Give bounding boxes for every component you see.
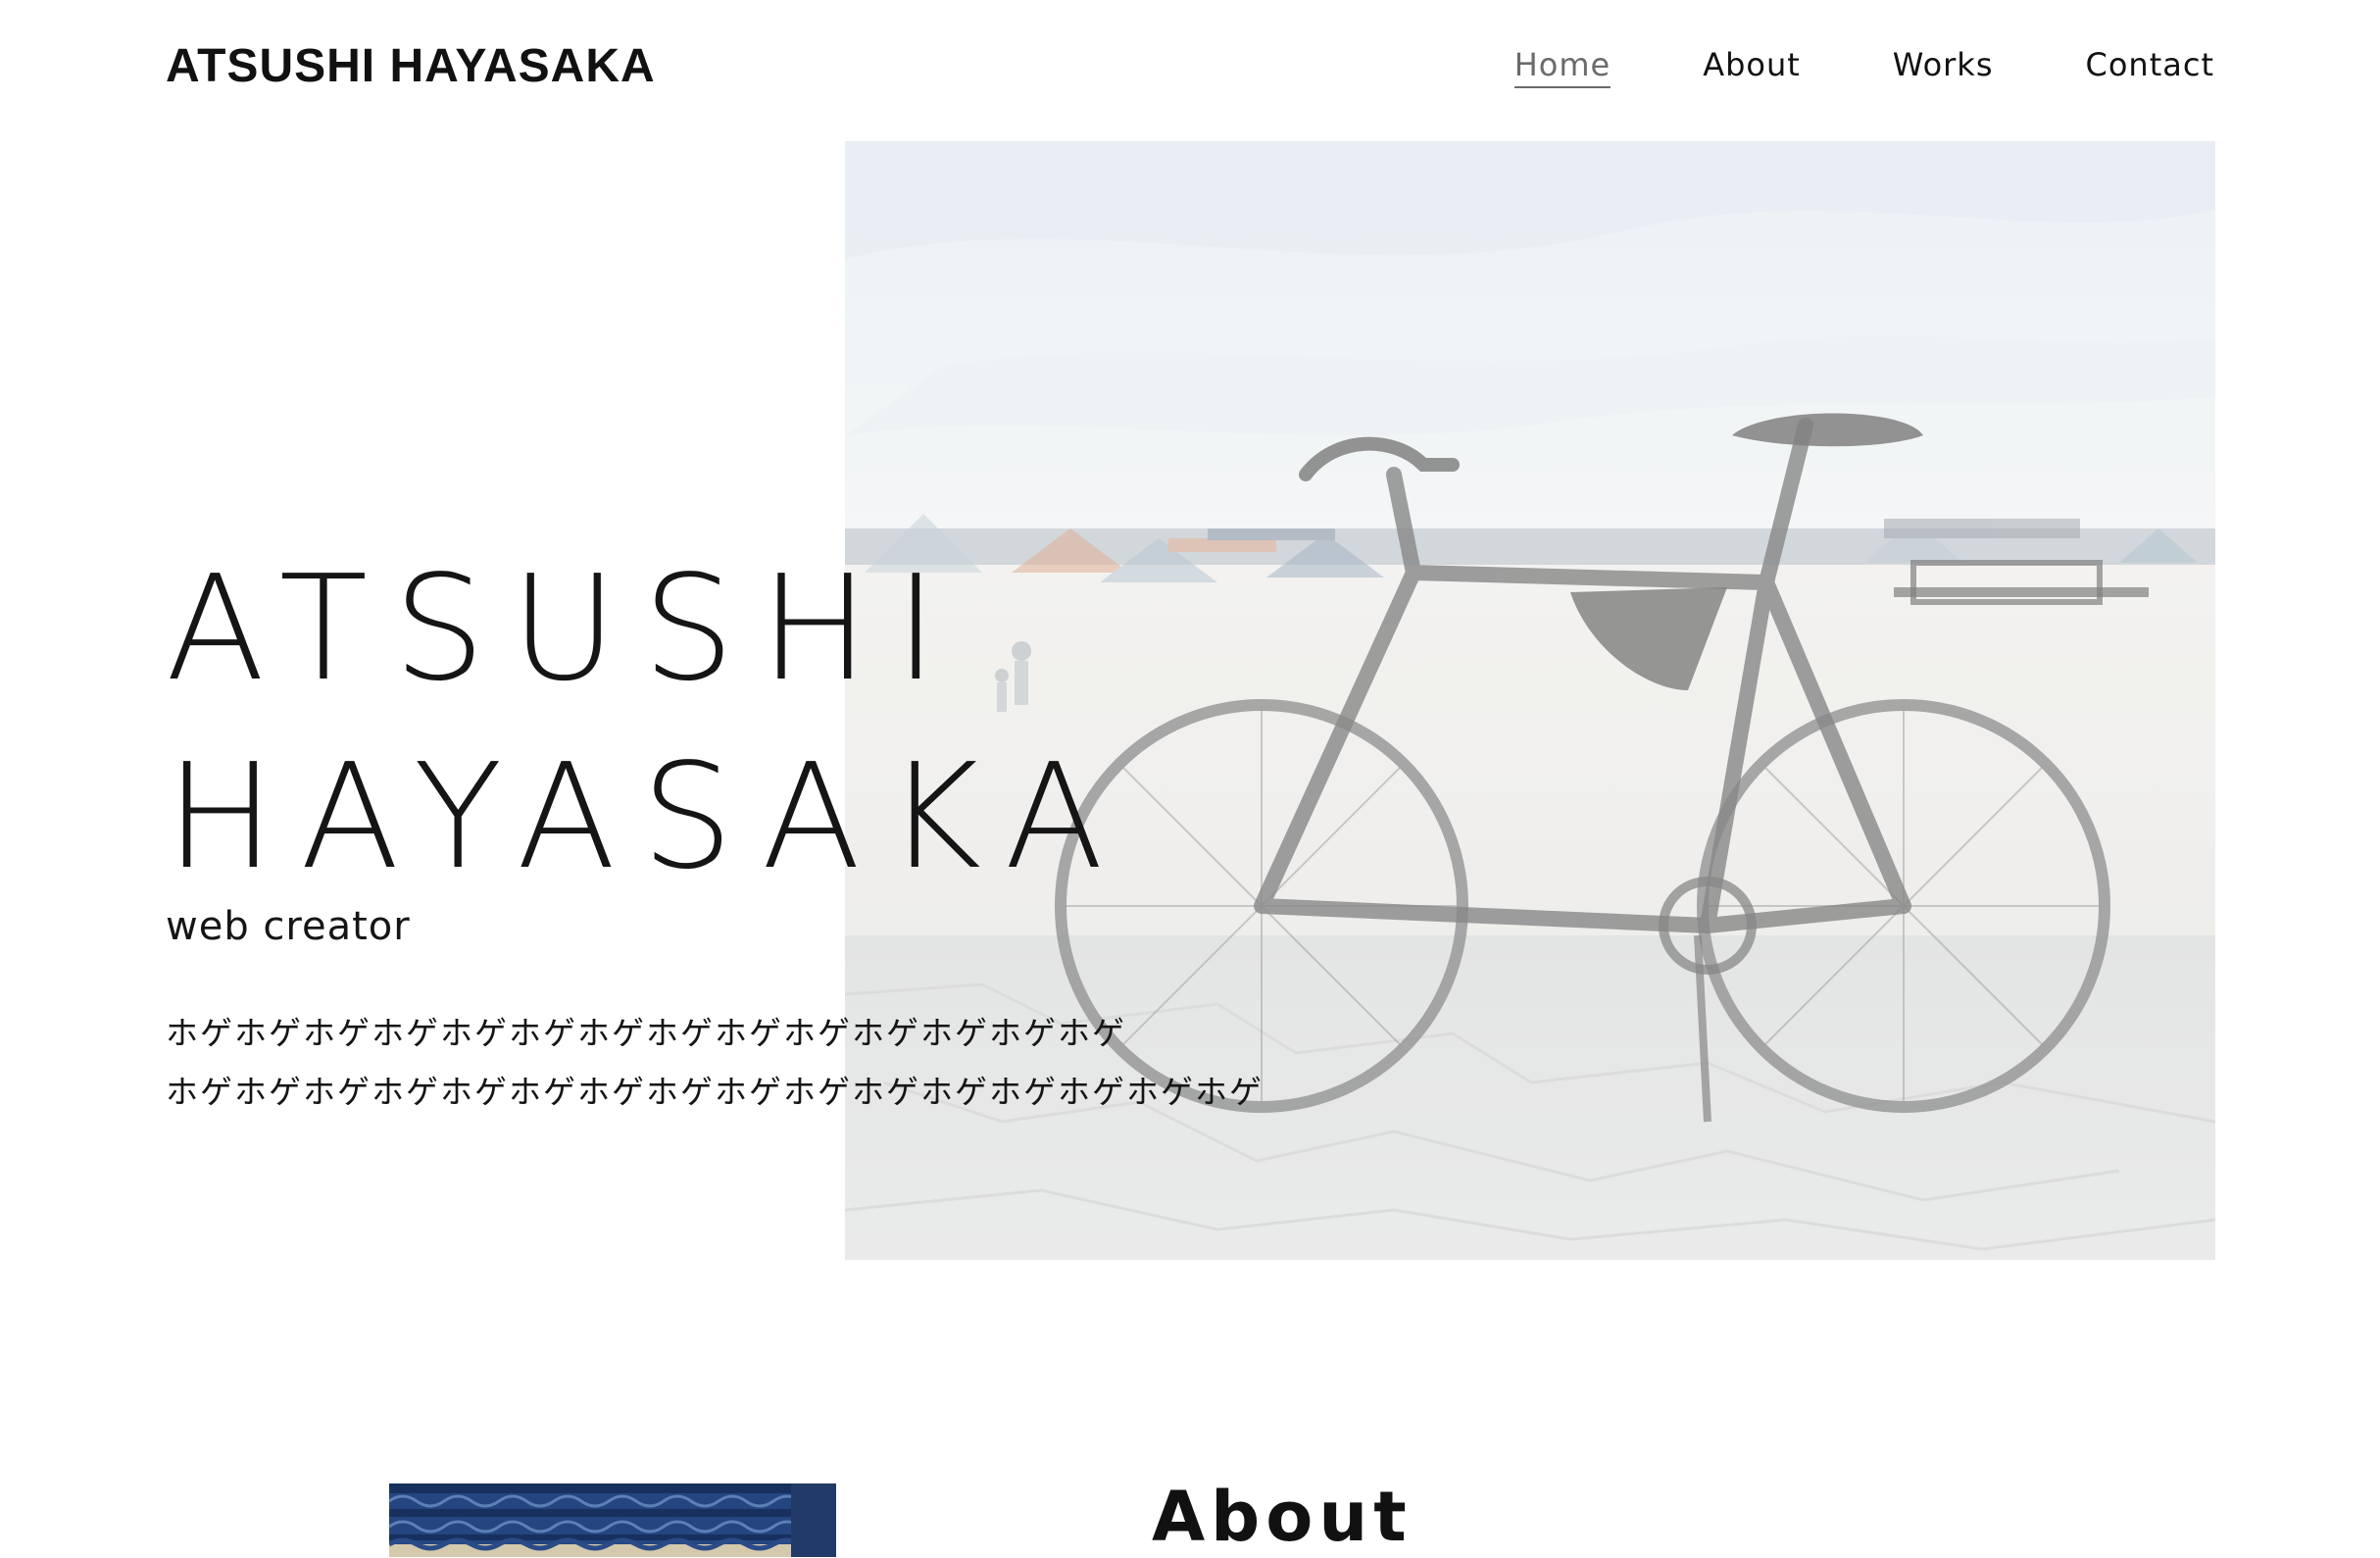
nav-home-link[interactable]: Home <box>1513 43 1611 88</box>
nav-contact-link[interactable]: Contact <box>2086 43 2215 88</box>
main-nav: Home About Works Contact <box>1513 43 2215 88</box>
hero-name-line2: HAYASAKA <box>166 732 1129 901</box>
hero-description: ホゲホゲホゲホゲホゲホゲホゲホゲホゲホゲホゲホゲホゲホゲ ホゲホゲホゲホゲホゲホ… <box>166 1004 1264 1122</box>
hero-description-line1: ホゲホゲホゲホゲホゲホゲホゲホゲホゲホゲホゲホゲホゲホゲ <box>166 1014 1126 1052</box>
nav-works-link[interactable]: Works <box>1893 43 1994 88</box>
nav-about-link[interactable]: About <box>1703 43 1801 88</box>
hero-subtitle: web creator <box>166 904 411 949</box>
about-heading: About <box>1152 1477 1413 1557</box>
about-roof-photo <box>389 1483 836 1557</box>
site-logo[interactable]: ATSUSHI HAYASAKA <box>166 37 656 96</box>
hero-name-line1: ATSUSHI <box>166 544 964 713</box>
hero-name: ATSUSHI HAYASAKA <box>166 534 1129 911</box>
hero-description-line2: ホゲホゲホゲホゲホゲホゲホゲホゲホゲホゲホゲホゲホゲホゲホゲホゲ <box>166 1073 1264 1111</box>
